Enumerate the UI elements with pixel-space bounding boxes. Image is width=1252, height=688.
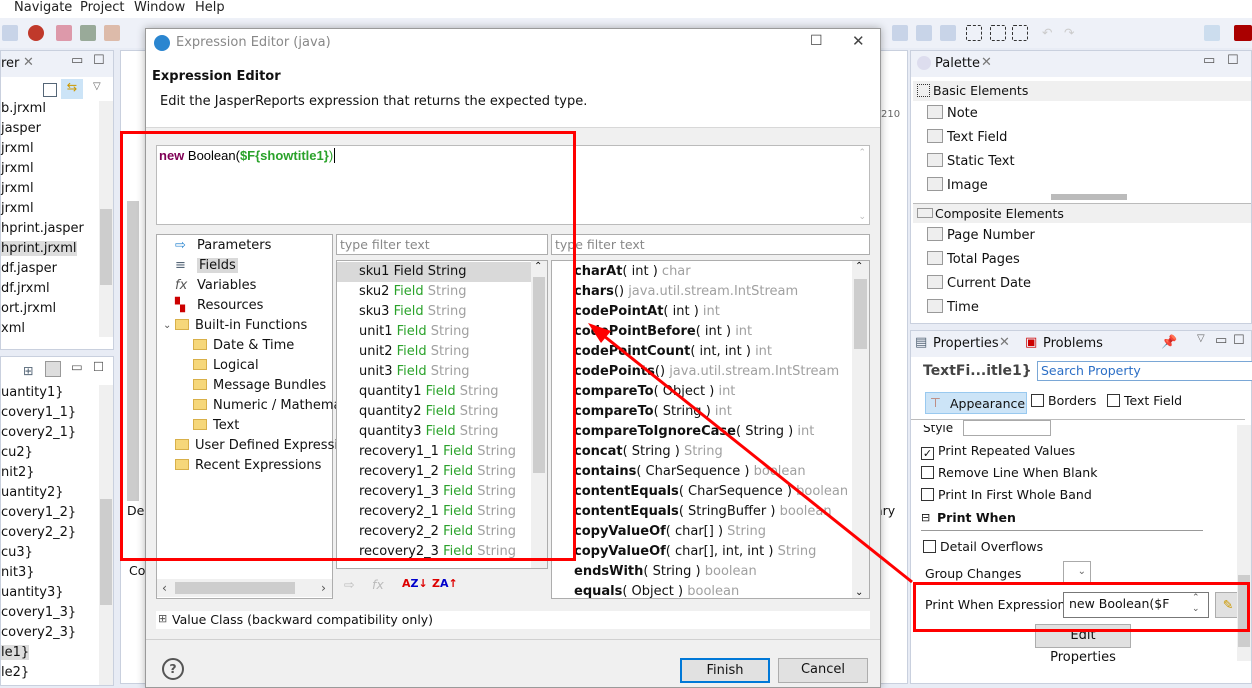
annotation-arrow	[588, 323, 913, 584]
arrow-line	[593, 326, 913, 584]
